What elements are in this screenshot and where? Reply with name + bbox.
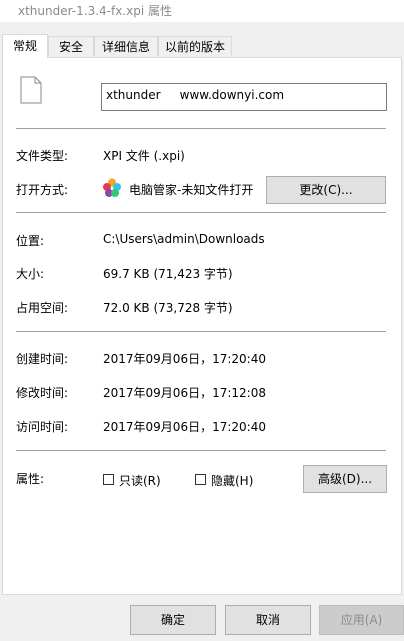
file-type-label: 文件类型: [16,149,69,163]
size-on-disk-label: 占用空间: [16,301,69,315]
window-title: xthunder-1.3.4-fx.xpi 属性 [18,4,172,18]
accessed-value: 2017年09月06日，17:20:40 [103,420,266,434]
tab-details[interactable]: 详细信息 [94,36,158,56]
hidden-label[interactable]: 隐藏(H) [211,472,253,489]
separator [16,450,386,451]
general-panel [2,57,402,595]
tab-security[interactable]: 安全 [48,36,94,56]
separator [16,128,386,129]
ok-button[interactable]: 确定 [130,605,216,635]
tab-previous-versions[interactable]: 以前的版本 [158,36,232,56]
separator [16,212,386,213]
modified-label: 修改时间: [16,386,69,400]
created-value: 2017年09月06日，17:20:40 [103,352,266,366]
location-label: 位置: [16,234,45,248]
separator [16,331,386,332]
hidden-checkbox[interactable] [195,474,206,485]
size-on-disk-value: 72.0 KB (73,728 字节) [103,301,233,315]
created-label: 创建时间: [16,352,69,366]
file-name-field[interactable]: xthunder www.downyi.com [101,83,387,111]
modified-value: 2017年09月06日，17:12:08 [103,386,266,400]
opens-with-label: 打开方式: [16,183,69,197]
readonly-checkbox[interactable] [103,474,114,485]
apply-button[interactable]: 应用(A) [319,605,404,635]
app-icon [103,178,121,197]
location-value: C:\Users\admin\Downloads [103,232,265,246]
opens-with-value: 电脑管家-未知文件打开 [129,183,254,197]
accessed-label: 访问时间: [16,420,69,434]
tab-strip: 常规 安全 详细信息 以前的版本 [0,34,404,58]
readonly-label[interactable]: 只读(R) [119,472,161,489]
size-label: 大小: [16,267,45,281]
attributes-label: 属性: [16,472,45,486]
tab-general[interactable]: 常规 [2,34,48,58]
advanced-button[interactable]: 高级(D)... [303,465,387,493]
change-button[interactable]: 更改(C)... [266,176,386,204]
cancel-button[interactable]: 取消 [225,605,311,635]
file-type-value: XPI 文件 (.xpi) [103,149,185,163]
file-icon [20,76,42,104]
title-bar: xthunder-1.3.4-fx.xpi 属性 [0,0,404,22]
size-value: 69.7 KB (71,423 字节) [103,267,233,281]
